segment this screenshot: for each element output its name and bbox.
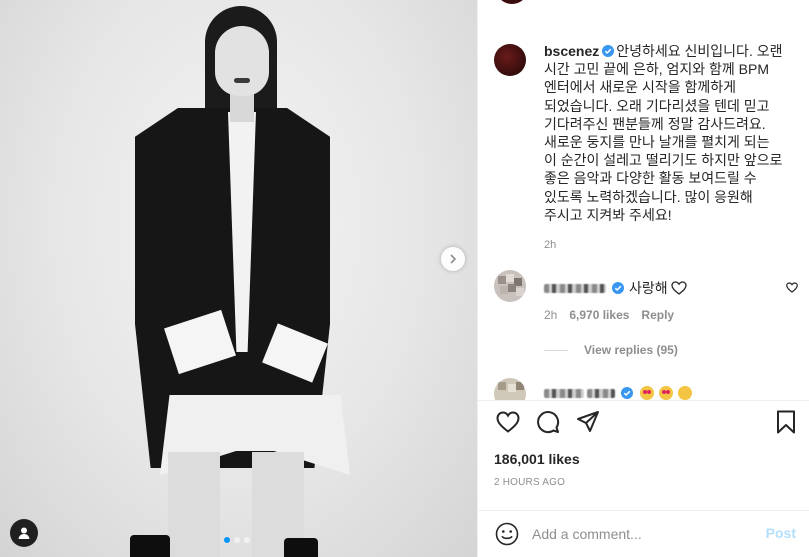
- post-photo[interactable]: [0, 0, 477, 557]
- verified-icon: [621, 387, 633, 399]
- commenter-avatar[interactable]: [494, 378, 526, 400]
- comment-likes[interactable]: 6,970 likes: [569, 308, 629, 322]
- share-button[interactable]: [574, 408, 602, 436]
- photo-subject-face: [215, 26, 269, 96]
- user-tag-icon: [18, 527, 30, 539]
- like-button[interactable]: [494, 408, 522, 436]
- comment-text: 사랑해: [629, 280, 668, 296]
- post-sidebar: bscenez 안녕하세요 신비입니다. 오랜 시간 고민 끝에 은하, 엄지와 …: [477, 0, 809, 557]
- view-replies-label: View replies (95): [584, 343, 678, 357]
- reply-button[interactable]: Reply: [641, 308, 674, 322]
- carousel-dot: [224, 537, 230, 543]
- comment-timestamp[interactable]: 2h: [544, 308, 557, 322]
- photo-subject-leg-left: [168, 452, 220, 557]
- caption-timestamp[interactable]: 2h: [544, 239, 556, 251]
- heart-emoji-icon: [670, 281, 687, 295]
- photo-subject-boot-left: [130, 535, 170, 557]
- carousel-dot: [234, 537, 240, 543]
- comments-scroll-area[interactable]: bscenez 안녕하세요 신비입니다. 오랜 시간 고민 끝에 은하, 엄지와 …: [478, 0, 809, 400]
- comment-input[interactable]: [532, 523, 752, 545]
- chevron-right-icon: [450, 254, 457, 264]
- post-comment-button[interactable]: Post: [766, 525, 796, 541]
- emoji-picker-button[interactable]: [494, 521, 520, 547]
- post-timestamp[interactable]: 2 HOURS AGO: [494, 477, 565, 488]
- view-replies-button[interactable]: View replies (95): [544, 343, 678, 357]
- carousel-indicator: [224, 537, 250, 543]
- commenter-username[interactable]: [544, 283, 606, 293]
- commenter-avatar[interactable]: [494, 270, 526, 302]
- small-heart-icon[interactable]: [786, 282, 798, 293]
- comment-icon: [537, 411, 560, 434]
- verified-icon: [602, 45, 615, 57]
- add-comment-bar: Post: [478, 510, 809, 557]
- carousel-dot: [244, 537, 250, 543]
- comment-text-row: 사랑해: [544, 278, 687, 298]
- header-avatar[interactable]: [498, 0, 526, 4]
- smile-emoji-icon: [678, 386, 692, 400]
- photo-subject-lips: [234, 78, 250, 83]
- caption-body: bscenez 안녕하세요 신비입니다. 오랜 시간 고민 끝에 은하, 엄지와 …: [544, 42, 784, 224]
- comment-text-row: [544, 386, 692, 400]
- heart-eyes-emoji-icon: [659, 386, 673, 400]
- comment-meta: 2h 6,970 likes Reply: [544, 308, 674, 322]
- commenter-username[interactable]: [544, 388, 584, 398]
- user-tags-button[interactable]: [10, 519, 38, 547]
- action-bar: [494, 408, 800, 438]
- author-avatar[interactable]: [494, 44, 526, 76]
- replies-divider: [544, 349, 568, 351]
- photo-subject-boot-right: [284, 538, 318, 557]
- caption-text: 안녕하세요 신비입니다. 오랜 시간 고민 끝에 은하, 엄지와 함께 BPM …: [544, 43, 783, 223]
- save-button[interactable]: [772, 408, 800, 436]
- heart-icon: [496, 411, 520, 433]
- comment-button[interactable]: [534, 408, 562, 436]
- smiley-icon: [495, 522, 519, 546]
- verified-icon: [612, 282, 624, 294]
- photo-subject-neck: [230, 92, 254, 122]
- heart-eyes-emoji-icon: [640, 386, 654, 400]
- section-divider: [478, 400, 809, 401]
- commenter-username-part: [587, 388, 615, 398]
- carousel-next-button[interactable]: [441, 247, 465, 271]
- author-username[interactable]: bscenez: [544, 43, 599, 59]
- share-icon: [577, 411, 599, 432]
- bookmark-icon: [777, 410, 795, 434]
- like-count[interactable]: 186,001 likes: [494, 451, 580, 467]
